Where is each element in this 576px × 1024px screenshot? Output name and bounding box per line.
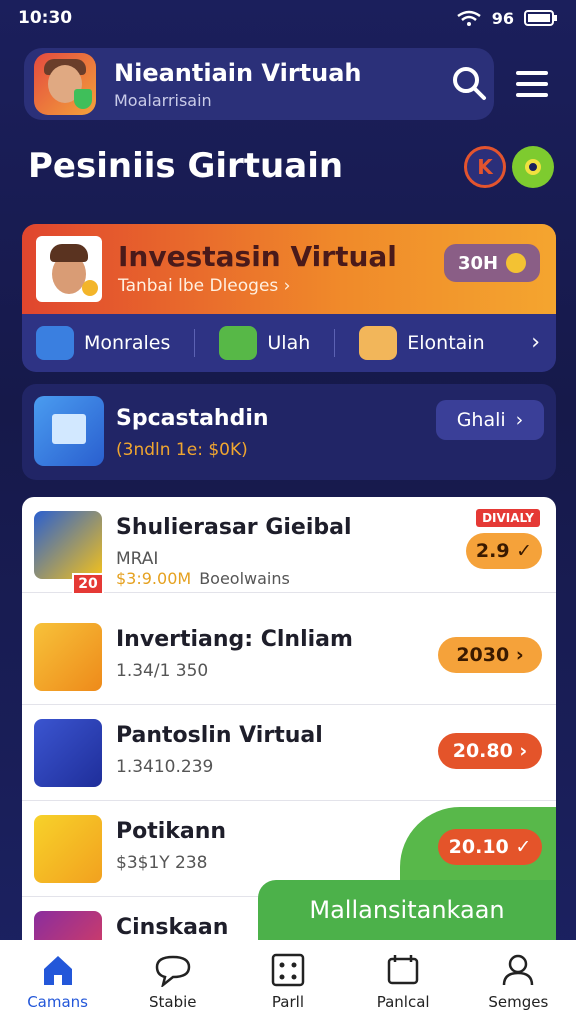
app-logo [34,53,96,115]
item-subtitle: 1.3410.239 [116,757,214,777]
tab-profile[interactable]: Semges [468,953,568,1011]
tab-parll[interactable]: Parll [238,953,338,1011]
hero-card[interactable]: Investasin Virtual Tanbai lbe Dleoges › … [22,224,556,372]
refresh-icon [34,719,102,787]
hero-badge-label: 30H [457,252,499,274]
signal-text: 96 [491,8,514,28]
tab-panlcal[interactable]: Panlcal [353,953,453,1011]
cake-icon [359,326,398,360]
item-subtitle: $3$1Y 238 [116,853,208,873]
status-bar: 10:30 96 [0,0,576,36]
calendar-icon [387,955,419,985]
item-value-pill[interactable]: 2030 › [438,637,542,673]
tab-home[interactable]: Camans [8,953,108,1011]
list-item[interactable]: Pantoslin Virtual 1.3410.239 20.80 › [22,705,556,801]
item-icon [34,511,102,579]
camera-icon [36,326,74,360]
item-title: Potikann [116,819,227,844]
divider [334,329,336,357]
item-title: Cinskaan [116,915,229,940]
chevron-right-icon: › [515,409,524,431]
app-title: Nieantiain Virtuah [114,58,362,87]
action-monrales[interactable]: Monrales [36,326,170,360]
item-title: Invertiang: Clnliam [116,627,353,652]
item-subtitle: 1.34/1 350 [116,661,209,681]
cta-banner[interactable]: Mallansitankaan [258,880,556,940]
status-time: 10:30 [18,8,73,28]
chevron-right-icon[interactable]: › [531,330,540,355]
user-icon [503,954,534,986]
item-amount: $3:9.00M Boeolwains [116,569,290,588]
chat-icon [155,955,191,987]
page-title: Pesiniis Girtuain [28,146,344,186]
coin-icon[interactable] [512,146,554,188]
hero-subtitle[interactable]: Tanbai lbe Dleoges › [118,276,290,296]
tab-stats[interactable]: Stabie [123,953,223,1011]
grid-icon [271,953,305,987]
item-tag: DIVIALY [476,509,540,527]
list-item[interactable]: 20 Shulierasar Gieibal MRAI $3:9.00M Boeo… [22,497,556,595]
search-icon[interactable] [450,64,490,104]
chart-icon[interactable]: K [464,146,506,188]
promo-card[interactable]: Spcastahdin (3ndln 1e: $0K) Ghali › [22,384,556,480]
promo-subtitle: (3ndln 1e: $0K) [116,440,248,460]
avatar [36,236,102,302]
divider [194,329,196,357]
list-item[interactable]: Invertiang: Clnliam 1.34/1 350 2030 › [22,609,556,705]
hero-title: Investasin Virtual [118,240,397,273]
app-subtitle: Moalarrisain [114,90,212,110]
wifi-icon [456,10,482,26]
action-ulah[interactable]: Ulah [219,326,310,360]
document-icon [34,396,104,466]
item-value-pill[interactable]: 2.9 ✓ [466,533,542,569]
home-icon [43,956,72,985]
hero-badge[interactable]: 30H [444,244,540,282]
app-header: Nieantiain Virtuah Moalarrisain [24,48,494,120]
battery-icon [524,10,558,26]
lock-icon [34,623,102,691]
menu-icon[interactable] [516,64,556,104]
money-icon [219,326,258,360]
package-icon [34,815,102,883]
promo-button[interactable]: Ghali › [436,400,544,440]
gear-icon [506,253,527,273]
item-title: Pantoslin Virtual [116,723,323,748]
item-subtitle: MRAI [116,549,159,569]
item-value-pill[interactable]: 20.80 › [438,733,542,769]
bottom-tab-bar: Camans Stabie Parll Panlcal Semges [0,940,576,1024]
shield-icon [74,89,92,109]
promo-title: Spcastahdin [116,406,269,431]
item-title: Shulierasar Gieibal [116,515,352,540]
item-value-pill[interactable]: 20.10 ✓ [438,829,542,865]
action-elontain[interactable]: Elontain [359,326,485,360]
count-badge: 20 [72,573,104,595]
